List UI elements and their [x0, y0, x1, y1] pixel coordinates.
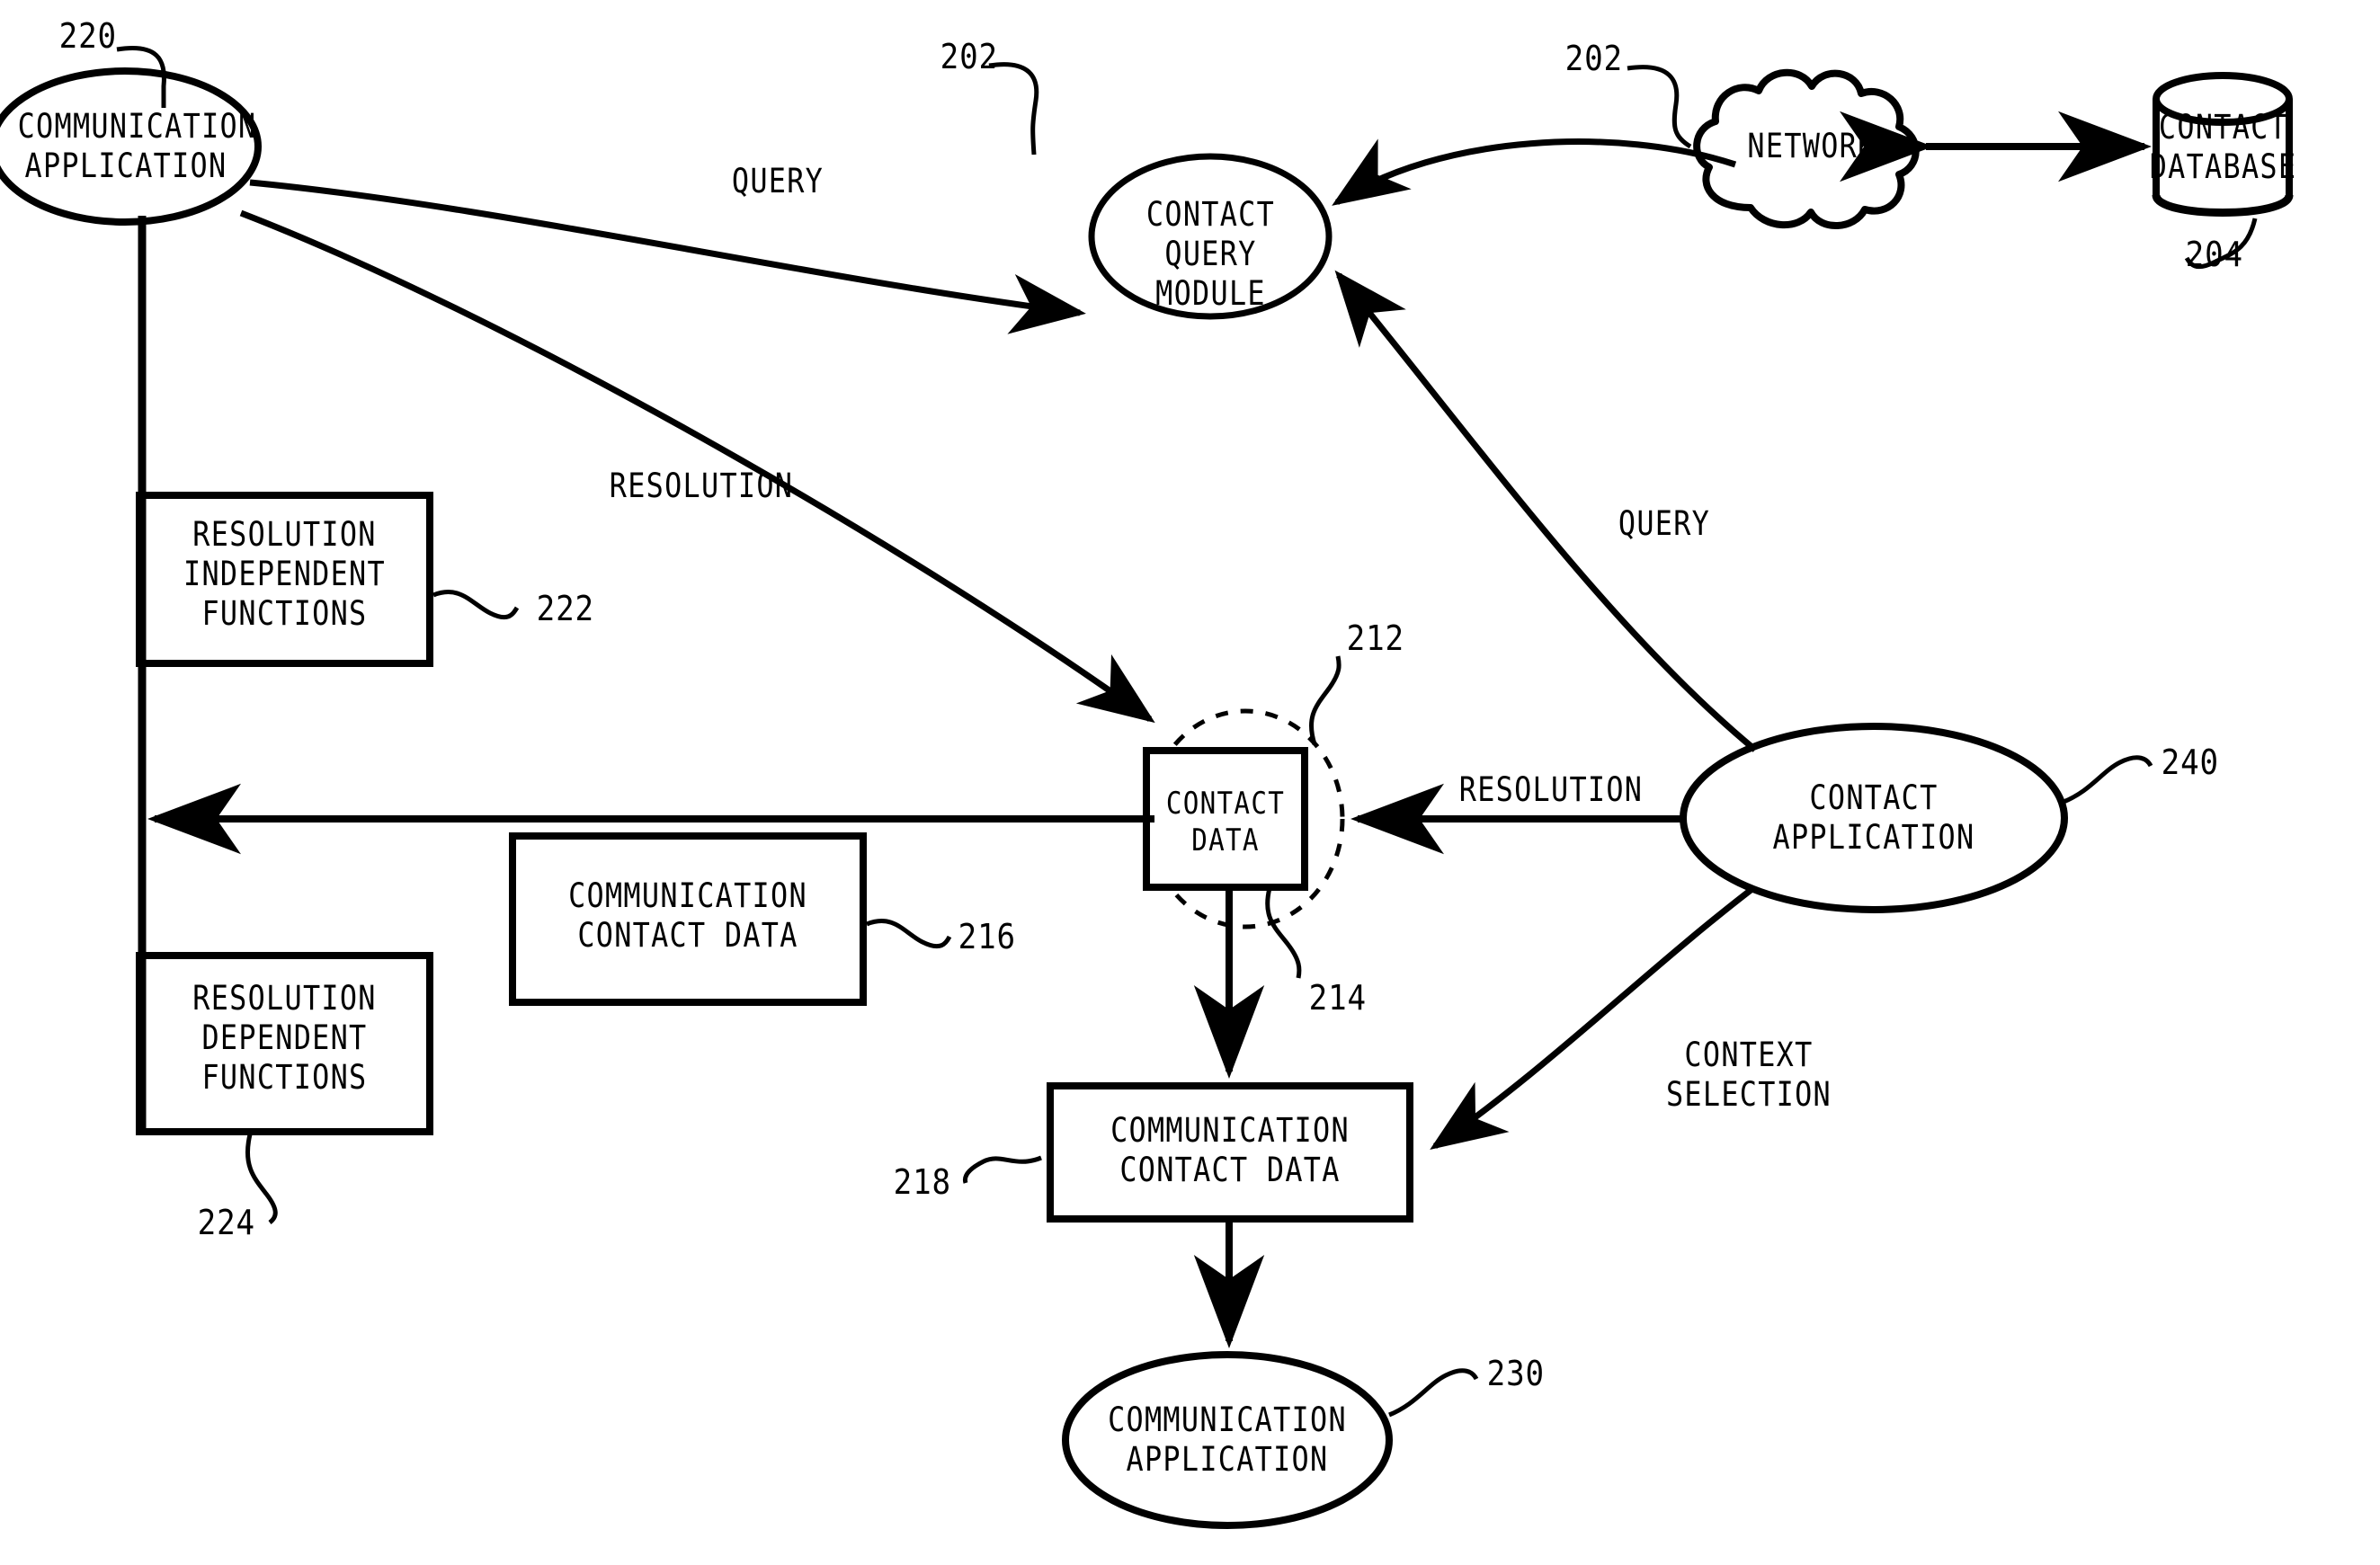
label-line-1: CONTEXT — [1684, 1036, 1814, 1074]
leader-202 — [1627, 65, 1692, 149]
node-communication-application-220 — [0, 67, 262, 226]
reference-numeral-230: 230 — [1486, 1354, 1546, 1393]
diagram-vector-layer — [0, 46, 2294, 1529]
edge-network-to-contact-query-module — [1332, 138, 1737, 206]
reference-numeral-212: 212 — [1346, 618, 1405, 658]
edge-label-resolution-mid: RESOLUTION — [1458, 770, 1644, 809]
reference-numeral-214: 214 — [1308, 978, 1368, 1018]
node-communication-contact-data-216 — [509, 832, 867, 1006]
reference-numeral-224: 224 — [197, 1203, 256, 1242]
leader-240 — [2063, 755, 2153, 805]
reference-numeral-216: 216 — [958, 917, 1017, 956]
node-resolution-independent-functions-222 — [136, 492, 433, 667]
node-contact-application-240 — [1680, 723, 2068, 913]
leader-216 — [866, 919, 952, 949]
node-contact-database-204 — [2152, 72, 2294, 217]
node-resolution-dependent-functions-224 — [136, 952, 433, 1135]
reference-numeral-204: 204 — [2185, 235, 2244, 274]
edge-label-query-right: QUERY — [1618, 504, 1711, 543]
reference-numeral-240: 240 — [2161, 742, 2220, 782]
leader-210 — [988, 62, 1039, 156]
edge-label-query-top: QUERY — [731, 162, 825, 200]
leader-218 — [962, 1155, 1042, 1184]
leader-212 — [1308, 655, 1342, 745]
edge-comm-app-to-contact-query-module — [249, 179, 1086, 334]
leader-222 — [432, 590, 520, 620]
edge-label-resolution-left: RESOLUTION — [609, 467, 794, 505]
node-contact-data-214 — [1143, 747, 1308, 891]
label-line-2: SELECTION — [1665, 1075, 1832, 1114]
leader-230 — [1388, 1368, 1479, 1418]
node-network-202 — [1693, 68, 1920, 229]
reference-numeral-220: 220 — [58, 16, 118, 56]
node-communication-application-230 — [1062, 1351, 1393, 1529]
reference-numeral-222: 222 — [536, 589, 595, 628]
reference-numeral-218: 218 — [893, 1162, 952, 1202]
patent-figure-canvas: COMMUNICATION APPLICATION CONTACT QUERY MOD… — [0, 0, 2380, 1565]
reference-numeral-202b: 202 — [1564, 39, 1624, 78]
node-communication-contact-data-218 — [1047, 1082, 1413, 1223]
reference-numeral-202: 202 — [940, 37, 999, 76]
node-contact-query-module-210 — [1088, 153, 1333, 320]
edge-label-context-selection: CONTEXT SELECTION — [1609, 1036, 1888, 1115]
